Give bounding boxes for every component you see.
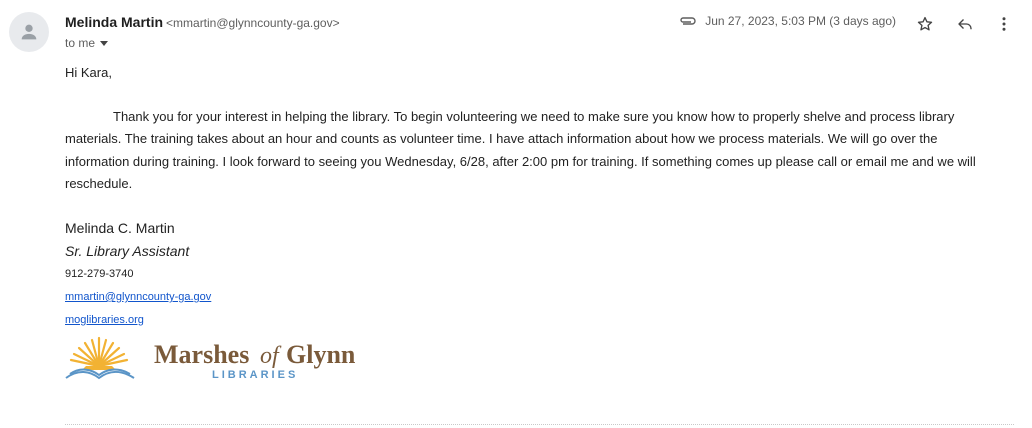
person-icon [21,24,37,40]
paperclip-icon [679,15,697,27]
chevron-down-icon[interactable] [100,40,109,46]
star-icon [917,16,933,31]
signature-phone: 912-279-3740 [65,268,134,280]
message-meta: Jun 27, 2023, 5:03 PM (3 days ago) [679,14,896,28]
message-body: Hi Kara, Thank you for your interest in … [65,62,1005,195]
recipient-details-toggle[interactable]: to me [65,36,109,50]
open-book-icon [65,368,135,380]
logo-of-text: of [260,343,282,369]
signature-email-link[interactable]: mmartin@glynncounty-ga.gov [65,286,211,309]
recipient-label: to me [65,36,96,50]
sender-line: Melinda Martin <mmartin@glynncounty-ga.go… [65,14,340,30]
sender-email: <mmartin@glynncounty-ga.gov> [166,16,340,30]
message-paragraph: Thank you for your interest in helping t… [65,109,976,191]
message-date: Jun 27, 2023, 5:03 PM (3 days ago) [705,14,896,28]
library-logo: Marshes of Glynn LIBRARIES [64,336,364,384]
signature-website-link[interactable]: moglibraries.org [65,309,211,332]
signature-name: Melinda C. Martin [65,220,175,236]
reply-button[interactable] [953,12,977,36]
signature-title: Sr. Library Assistant [65,243,190,259]
message-divider [65,424,1014,425]
greeting: Hi Kara, [65,65,112,80]
star-button[interactable] [913,12,937,36]
more-options-button[interactable] [992,12,1016,36]
sender-name[interactable]: Melinda Martin [65,14,163,30]
sender-avatar[interactable] [9,12,49,52]
sun-icon [69,336,129,370]
more-vert-icon [1002,17,1006,31]
logo-libraries-text: LIBRARIES [212,369,298,381]
reply-icon [958,19,972,30]
logo-marshes-text: Marshes [154,340,249,369]
logo-glynn-text: Glynn [286,340,356,369]
signature: Melinda C. Martin Sr. Library Assistant … [65,217,211,332]
